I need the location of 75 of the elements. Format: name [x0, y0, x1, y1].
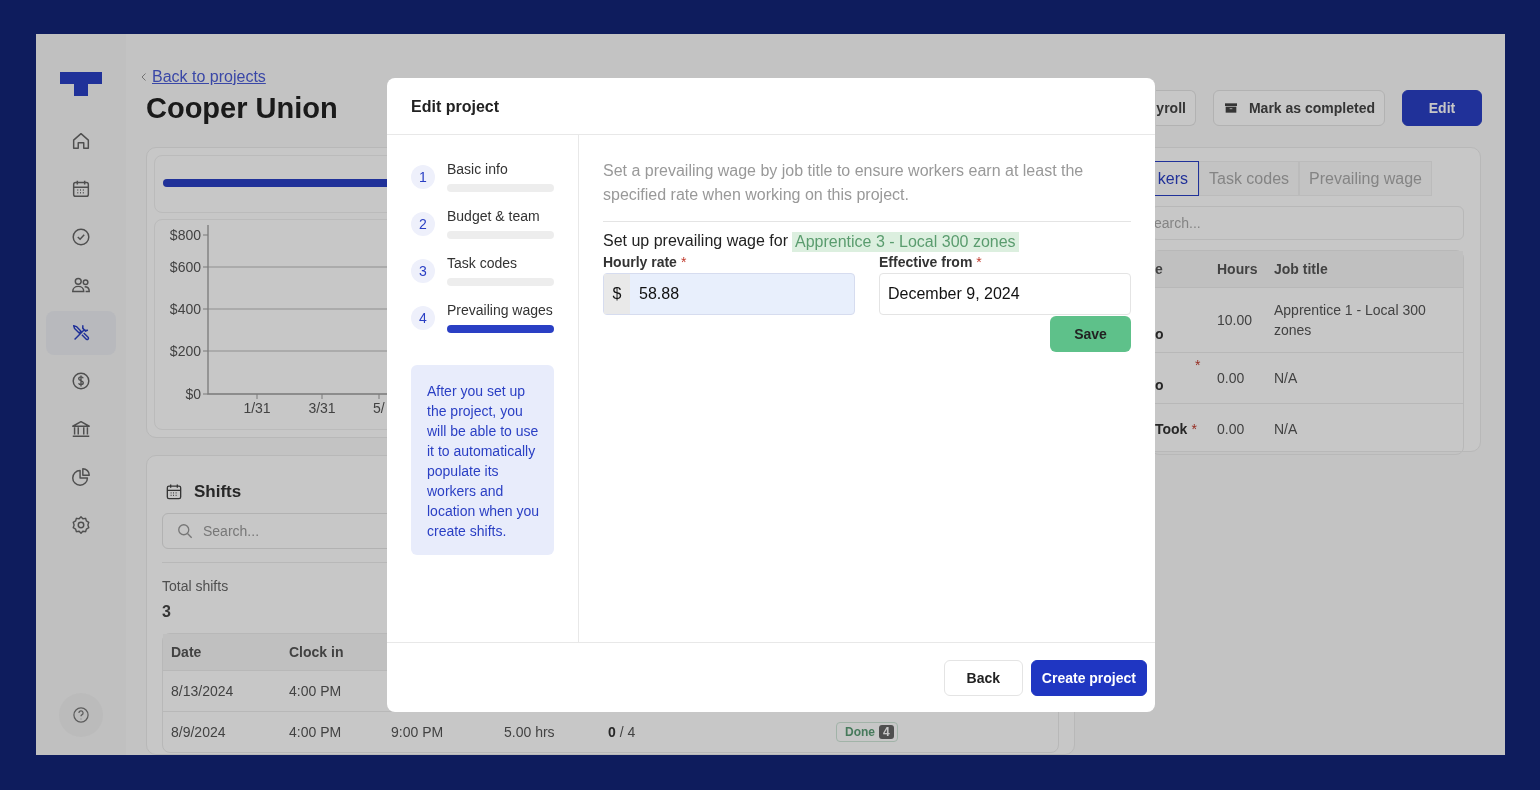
header-button[interactable]: Edit [1402, 90, 1482, 126]
input-field[interactable]: December 9, 2024 [879, 273, 1131, 315]
worker-name: Took [1155, 420, 1188, 439]
setup-label: Set up prevailing wage for [603, 232, 788, 251]
check-circle-icon [70, 226, 92, 248]
page-title: Cooper Union [146, 91, 338, 125]
create-project-button[interactable]: Create project [1030, 659, 1147, 696]
axis-label: 3/31 [308, 400, 336, 416]
table-cell-text: 9:00 PM [391, 724, 445, 740]
modal-title: Edit project [387, 78, 1155, 135]
header-button[interactable]: yroll [1156, 90, 1196, 126]
worker-name: o [1155, 325, 1164, 344]
required-mark: * [1191, 420, 1197, 439]
header-button[interactable]: Mark as completed [1212, 90, 1385, 126]
calendar-icon [70, 178, 92, 200]
step-number: 4 [411, 306, 435, 330]
step-number: 1 [411, 165, 435, 189]
column-header: Job title [1273, 260, 1329, 279]
axis-label: $400 [169, 301, 201, 317]
table-cell-text: Apprentice 1 - Local 300 zones [1273, 301, 1427, 340]
axis-label: 5/ [373, 400, 385, 416]
required-mark: * [1195, 356, 1201, 375]
column-header: Date [171, 644, 203, 660]
total-value: 3 [162, 603, 172, 621]
column-header: e [1154, 260, 1164, 279]
field-label: Effective from [879, 254, 973, 270]
step-label[interactable]: Prevailing wages [447, 300, 554, 320]
input-field[interactable]: $ 58.88 [603, 273, 855, 315]
logo-icon [60, 72, 102, 96]
axis-label: $600 [169, 259, 201, 275]
step-label[interactable]: Task codes [447, 253, 554, 273]
axis-label: $200 [169, 343, 201, 359]
step-number: 2 [411, 212, 435, 236]
job-title-highlight: Apprentice 3 - Local 300 zones [792, 232, 1019, 252]
table-cell-text: 0.00 [1216, 369, 1246, 388]
table-cell-text: 5.00 hrs [504, 724, 556, 740]
calendar-icon [164, 482, 184, 502]
required-mark: * [680, 254, 687, 270]
table-cell-text: 8/9/2024 [171, 724, 227, 740]
step-number: 3 [411, 259, 435, 283]
pie-chart-icon [70, 466, 92, 488]
info-note: After you set up the project, you will be able to use it to automatically populate its workers and location when you create shifts. [411, 365, 554, 555]
step-label[interactable]: Budget & team [447, 206, 554, 226]
back-button[interactable]: Back [943, 659, 1023, 696]
table-cell-text: 10.00 [1216, 311, 1254, 330]
status-badge: Done 4 [836, 722, 898, 742]
required-mark: * [976, 254, 982, 270]
help-button[interactable] [59, 693, 103, 737]
column-header: Hours [1216, 260, 1259, 279]
help-icon [71, 705, 91, 725]
axis-label: $800 [169, 227, 201, 243]
table-cell-text: 0 / 4 [608, 724, 637, 740]
axis-label: $0 [185, 386, 201, 402]
dollar-circle-icon [70, 370, 92, 392]
axis-label: 1/31 [243, 400, 271, 416]
column-header: Clock in [289, 644, 345, 660]
archive-box-icon [1222, 100, 1239, 116]
home-icon [70, 130, 92, 152]
bank-icon [70, 418, 92, 440]
table-cell-text: 4:00 PM [289, 683, 343, 699]
save-button[interactable]: Save [1050, 316, 1131, 352]
table-cell-text: 0.00 [1216, 420, 1246, 439]
worker-name: o [1155, 376, 1165, 395]
back-link[interactable]: Back to projects [138, 68, 266, 86]
table-cell-text: N/A [1273, 369, 1299, 388]
description: Set a prevailing wage by job title to ensure workers earn at least the specified rate when working on this project. [603, 159, 1131, 222]
search-icon [175, 521, 195, 541]
card-title: Shifts [194, 482, 242, 502]
nav-item[interactable] [46, 311, 116, 355]
step-label[interactable]: Basic info [447, 159, 554, 179]
field-label: Hourly rate [603, 254, 677, 270]
table-cell-text: 8/13/2024 [171, 683, 235, 699]
settings-icon [70, 514, 92, 536]
table-cell-text: N/A [1273, 420, 1299, 439]
table-cell-text: 4:00 PM [289, 724, 343, 740]
